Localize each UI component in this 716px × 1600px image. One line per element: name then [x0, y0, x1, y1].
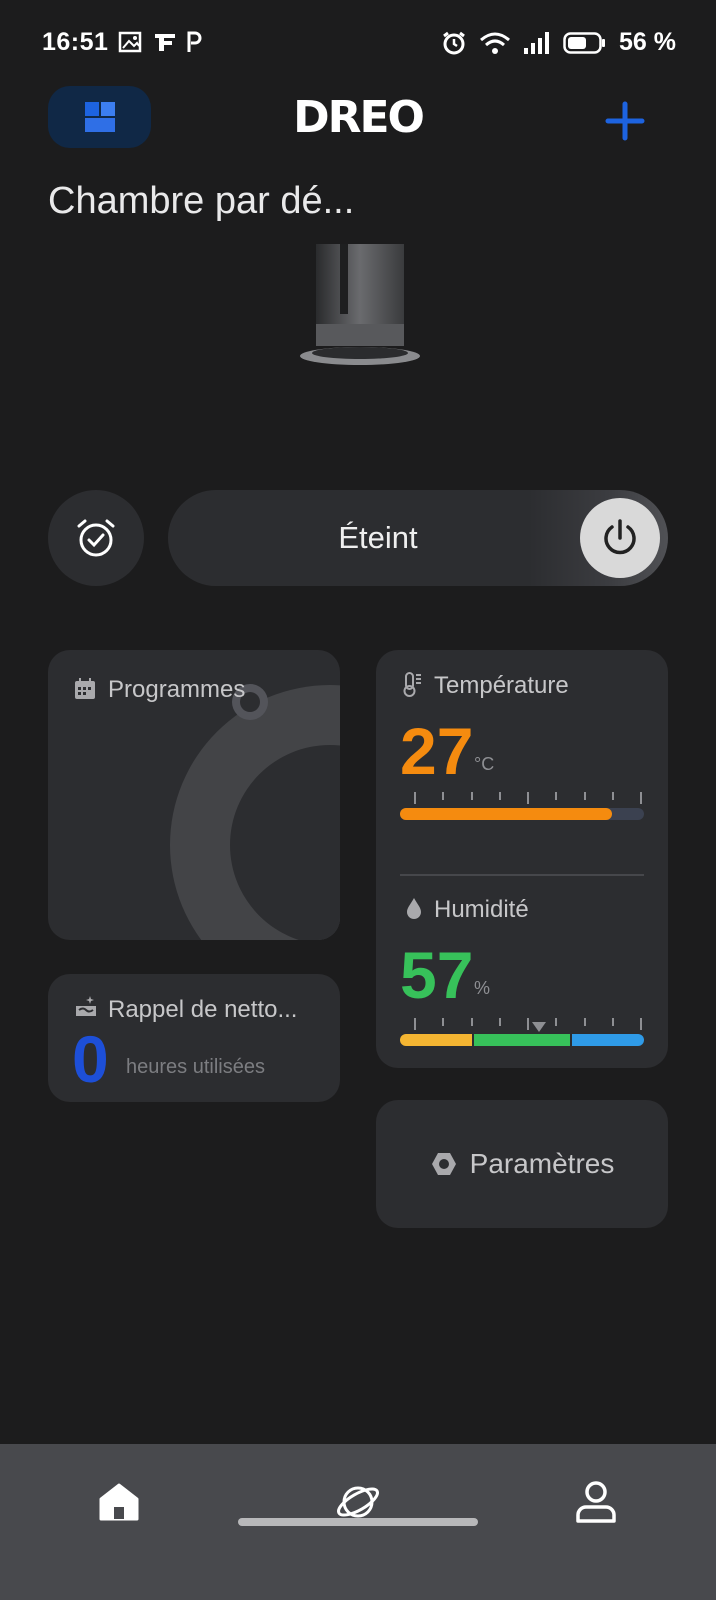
wifi-icon	[480, 32, 510, 54]
add-device-button[interactable]	[600, 96, 650, 146]
humidity-ticks	[414, 1018, 642, 1030]
programs-card[interactable]: Programmes	[48, 650, 340, 940]
environment-card: Température 27 °C Humidité 57 %	[376, 650, 668, 1068]
power-toggle-button[interactable]	[580, 498, 660, 578]
fan-device-image	[300, 244, 420, 365]
humidity-scale-bar	[400, 1034, 644, 1046]
humidity-drop-icon	[407, 898, 421, 919]
cleaning-hours-value: 0	[72, 1022, 109, 1096]
home-icon	[99, 1483, 139, 1521]
battery-percent: 56 %	[619, 28, 676, 56]
card-divider	[400, 874, 644, 876]
room-title[interactable]: Chambre par dé...	[48, 180, 354, 223]
plus-icon	[605, 101, 645, 141]
status-notification-icons	[118, 30, 202, 54]
power-slider[interactable]: Éteint	[168, 490, 668, 586]
power-icon	[604, 519, 636, 555]
temperature-bar-track	[400, 808, 644, 820]
nav-profile[interactable]	[566, 1472, 626, 1532]
nav-home[interactable]	[89, 1472, 149, 1532]
alarm-check-icon	[77, 519, 115, 557]
status-time: 16:51	[42, 28, 109, 56]
cleaning-title: Rappel de netto...	[108, 996, 298, 1023]
hexagon-icon	[431, 1153, 456, 1175]
app-f-icon	[155, 34, 175, 51]
temperature-unit: °C	[474, 754, 495, 774]
temperature-title: Température	[434, 672, 569, 699]
thermometer-icon	[403, 672, 421, 697]
settings-label: Paramètres	[469, 1148, 615, 1179]
settings-card[interactable]: Paramètres	[376, 1100, 668, 1228]
humidity-value: 57	[400, 938, 474, 1012]
image-icon	[118, 31, 142, 53]
alarm-icon	[443, 31, 465, 54]
humidity-unit: %	[474, 978, 491, 998]
programs-title: Programmes	[108, 676, 246, 703]
timer-button[interactable]	[48, 490, 144, 586]
humidity-marker	[532, 1022, 547, 1032]
cleaning-reminder-card[interactable]: Rappel de netto... 0 heures utilisées	[48, 974, 340, 1102]
app-p-icon	[187, 31, 202, 52]
battery-icon	[563, 31, 606, 54]
humidity-title: Humidité	[434, 896, 529, 923]
temperature-value: 27	[400, 714, 474, 788]
cleaning-icon	[76, 996, 96, 1016]
calendar-icon	[75, 678, 95, 699]
user-icon	[576, 1481, 616, 1523]
status-right-group: 56 %	[441, 28, 676, 57]
temperature-bar-fill	[400, 808, 613, 820]
signal-icon	[524, 31, 550, 54]
temperature-ticks	[414, 792, 642, 804]
power-state-label: Éteint	[338, 520, 418, 555]
cleaning-hours-caption: heures utilisées	[126, 1056, 265, 1078]
gesture-home-bar[interactable]	[238, 1518, 478, 1526]
